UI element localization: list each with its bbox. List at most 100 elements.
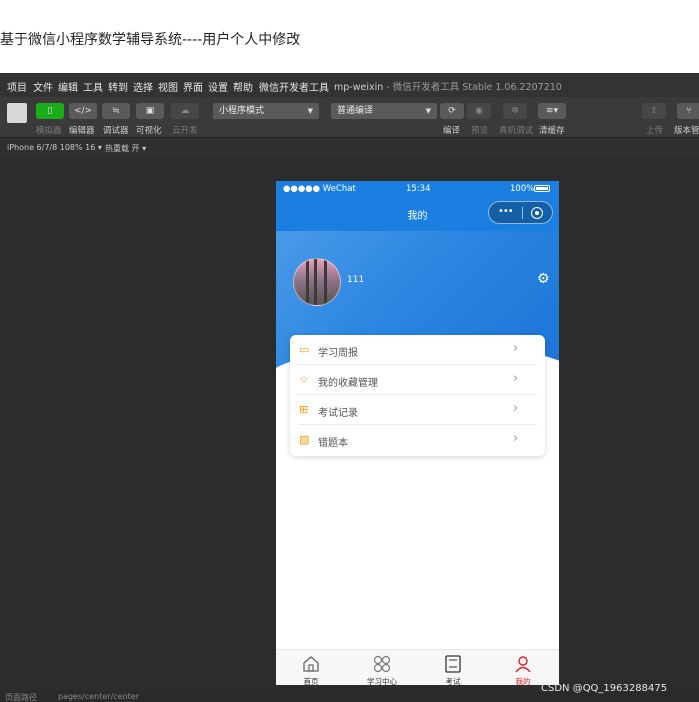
menu-bar: 项目 文件 编辑 工具 转到 选择 视图 界面 设置 帮助 微信开发者工具 mp… bbox=[0, 73, 699, 97]
phone-icon: ▯ bbox=[47, 106, 53, 116]
eye-icon: ◉ bbox=[475, 106, 483, 116]
menu-item-project[interactable]: 项目 bbox=[7, 79, 27, 94]
app-info: - 微信开发者工具 Stable 1.06.2207210 bbox=[386, 82, 562, 93]
tab-label: 考试 bbox=[445, 677, 461, 685]
menu-item-file[interactable]: 文件 bbox=[33, 79, 53, 94]
star-icon: ☆ bbox=[299, 373, 309, 386]
compile-button[interactable]: ⟳ bbox=[440, 103, 464, 119]
debugger-label: 调试器 bbox=[103, 126, 129, 136]
tab-label: 学习中心 bbox=[367, 677, 397, 685]
menu-item-help[interactable]: 帮助 bbox=[233, 79, 253, 94]
hot-reload-select[interactable]: 热重载 开 ▾ bbox=[105, 143, 146, 154]
mode-select[interactable]: 小程序模式 ▼ bbox=[213, 103, 319, 119]
tab-exam[interactable]: 考试 bbox=[418, 650, 488, 685]
capsule-divider bbox=[522, 207, 523, 219]
more-icon[interactable]: ••• bbox=[498, 206, 514, 217]
exam-paper-icon bbox=[445, 655, 461, 673]
menu-item-interface[interactable]: 界面 bbox=[183, 79, 203, 94]
home-icon bbox=[303, 656, 319, 672]
mode-select-value: 小程序模式 bbox=[219, 106, 265, 116]
image-icon: ▨ bbox=[299, 433, 310, 446]
user-avatar-button[interactable] bbox=[7, 103, 27, 123]
carrier: ●●●●● WeChat bbox=[283, 184, 356, 194]
version-label: 版本管 bbox=[674, 126, 699, 136]
list-item-label: 考试记录 bbox=[318, 408, 358, 419]
remote-debug-button[interactable]: ✲ bbox=[503, 103, 527, 119]
list-item-wrong-questions[interactable]: ▨ 错题本 › bbox=[290, 425, 545, 455]
chevron-right-icon: › bbox=[513, 341, 519, 356]
username: 111 bbox=[347, 275, 365, 285]
upload-icon: ⇧ bbox=[650, 106, 658, 116]
compile-mode-value: 普通编译 bbox=[337, 106, 374, 116]
device-select[interactable]: iPhone 6/7/8 108% 16 ▾ bbox=[7, 143, 102, 152]
cloud-dev-label: 云开发 bbox=[172, 126, 198, 136]
simulator-toggle[interactable]: ▯ bbox=[36, 103, 64, 119]
visual-toggle[interactable]: ▣ bbox=[136, 103, 164, 119]
tab-bar: 首页 学习中心 考试 我的 bbox=[276, 649, 559, 685]
debugger-toggle[interactable]: ≒ bbox=[102, 103, 130, 119]
watermark: CSDN @QQ_1963288475 bbox=[541, 683, 668, 694]
menu-item-view[interactable]: 视图 bbox=[158, 79, 178, 94]
grid-icon: ⊞ bbox=[299, 403, 309, 416]
branch-icon: ⑂ bbox=[686, 106, 692, 116]
window-title: mp-weixin - 微信开发者工具 Stable 1.06.2207210 bbox=[334, 79, 562, 93]
clover-icon bbox=[373, 655, 391, 673]
tab-home[interactable]: 首页 bbox=[276, 650, 346, 685]
compile-mode-select[interactable]: 普通编译 ▼ bbox=[331, 103, 437, 119]
user-icon bbox=[515, 656, 531, 673]
layout-icon: ▣ bbox=[145, 106, 155, 116]
phone-status-bar: ●●●●● WeChat 15:34 100% bbox=[276, 181, 559, 197]
chevron-right-icon: › bbox=[513, 371, 519, 386]
page-path[interactable]: pages/center/center bbox=[58, 692, 139, 701]
capsule-menu[interactable]: ••• bbox=[488, 201, 553, 224]
preview-button[interactable]: ◉ bbox=[467, 103, 491, 119]
project-name: mp-weixin bbox=[334, 82, 384, 93]
clock: 15:34 bbox=[406, 184, 431, 194]
tab-study-center[interactable]: 学习中心 bbox=[347, 650, 417, 685]
debug-icon: ≒ bbox=[112, 106, 120, 116]
version-button[interactable]: ⑂ bbox=[677, 103, 699, 119]
list-item-exam-records[interactable]: ⊞ 考试记录 › bbox=[290, 395, 545, 425]
remote-debug-label: 真机调试 bbox=[499, 126, 534, 136]
toolbar: ▯ 模拟器 </> 编辑器 ≒ 调试器 ▣ 可视化 ☁ 云开发 小程序模式 ▼ … bbox=[0, 97, 699, 137]
upload-label: 上传 bbox=[646, 126, 664, 136]
visual-label: 可视化 bbox=[136, 126, 162, 136]
list-item-weekly-report[interactable]: ▭ 学习周报 › bbox=[290, 335, 545, 365]
refresh-icon: ⟳ bbox=[448, 106, 456, 116]
chevron-right-icon: › bbox=[513, 401, 519, 416]
page-path-label: 页面路径 bbox=[5, 693, 37, 702]
chevron-down-icon: ▼ bbox=[307, 107, 313, 115]
upload-button[interactable]: ⇧ bbox=[642, 103, 666, 119]
clear-cache-label: 清缓存 bbox=[539, 126, 565, 136]
battery-percent: 100% bbox=[510, 184, 535, 194]
menu-item-settings[interactable]: 设置 bbox=[208, 79, 228, 94]
editor-toggle[interactable]: </> bbox=[69, 103, 97, 119]
list-item-label: 错题本 bbox=[318, 438, 348, 449]
list-item-favorites[interactable]: ☆ 我的收藏管理 › bbox=[290, 365, 545, 395]
menu-item-goto[interactable]: 转到 bbox=[108, 79, 128, 94]
menu-item-tools[interactable]: 工具 bbox=[83, 79, 103, 94]
menu-item-wechat-devtools[interactable]: 微信开发者工具 bbox=[259, 79, 329, 94]
menu-item-edit[interactable]: 编辑 bbox=[58, 79, 78, 94]
simulator-label: 模拟器 bbox=[36, 126, 62, 136]
menu-item-select[interactable]: 选择 bbox=[133, 79, 153, 94]
list-item-label: 我的收藏管理 bbox=[318, 378, 378, 389]
tab-label: 首页 bbox=[303, 677, 319, 685]
gear-icon[interactable]: ⚙ bbox=[537, 272, 551, 286]
simulator-subbar: iPhone 6/7/8 108% 16 ▾ 热重载 开 ▾ bbox=[0, 137, 699, 158]
chevron-right-icon: › bbox=[513, 431, 519, 446]
clear-cache-button[interactable]: ≋▾ bbox=[538, 103, 566, 119]
editor-label: 编辑器 bbox=[69, 126, 95, 136]
list-item-label: 学习周报 bbox=[318, 348, 358, 359]
cloud-dev-toggle[interactable]: ☁ bbox=[171, 103, 199, 119]
cloud-icon: ☁ bbox=[180, 106, 190, 116]
compile-label: 编译 bbox=[443, 126, 461, 136]
code-icon: </> bbox=[73, 106, 93, 116]
menu-card: ▭ 学习周报 › ☆ 我的收藏管理 › ⊞ 考试记录 › ▨ 错题本 › bbox=[290, 335, 545, 456]
chevron-down-icon: ▼ bbox=[425, 107, 431, 115]
avatar[interactable] bbox=[293, 258, 341, 306]
preview-label: 预览 bbox=[471, 126, 489, 136]
close-miniprogram-icon[interactable] bbox=[531, 207, 543, 219]
tab-mine[interactable]: 我的 bbox=[488, 650, 558, 685]
layers-icon: ≋▾ bbox=[545, 106, 559, 116]
